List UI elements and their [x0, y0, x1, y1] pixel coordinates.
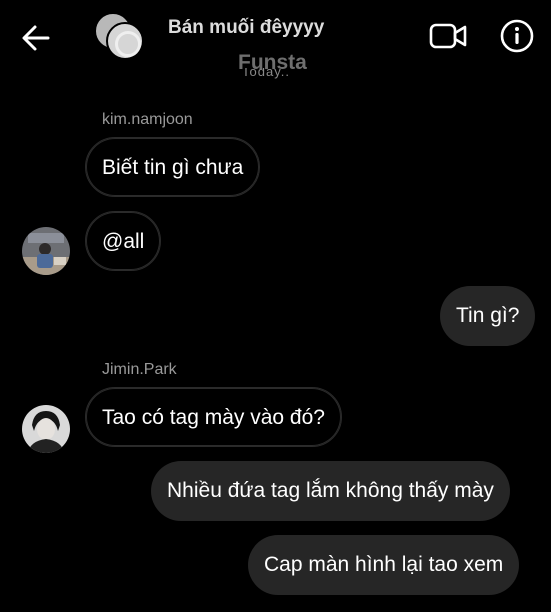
avatar[interactable] — [22, 405, 70, 453]
group-avatar[interactable] — [92, 12, 152, 64]
sender-name: Jimin.Park — [102, 361, 177, 378]
video-call-button[interactable] — [428, 20, 468, 52]
info-button[interactable] — [498, 17, 536, 55]
message-bubble-outgoing[interactable]: Nhiều đứa tag lắm không thấy mày — [151, 461, 510, 521]
chat-title[interactable]: Bán muối đêyyyy — [168, 17, 324, 39]
info-icon — [500, 19, 534, 53]
arrow-left-icon — [22, 25, 50, 51]
message-bubble-incoming[interactable]: @all — [85, 211, 162, 271]
avatar[interactable] — [22, 227, 70, 275]
chat-header: Bán muối đêyyyy Funsta Today.. — [0, 0, 551, 86]
back-button[interactable] — [18, 22, 54, 54]
sender-name: kim.namjoon — [102, 111, 193, 128]
message-bubble-outgoing[interactable]: Cap màn hình lại tao xem — [248, 535, 520, 595]
date-divider: Today.. — [242, 68, 290, 79]
message-bubble-incoming[interactable]: Biết tin gì chưa — [85, 137, 261, 197]
message-bubble-outgoing[interactable]: Tin gì? — [440, 286, 536, 346]
video-camera-icon — [429, 23, 467, 49]
message-bubble-incoming[interactable]: Tao có tag mày vào đó? — [85, 387, 342, 447]
